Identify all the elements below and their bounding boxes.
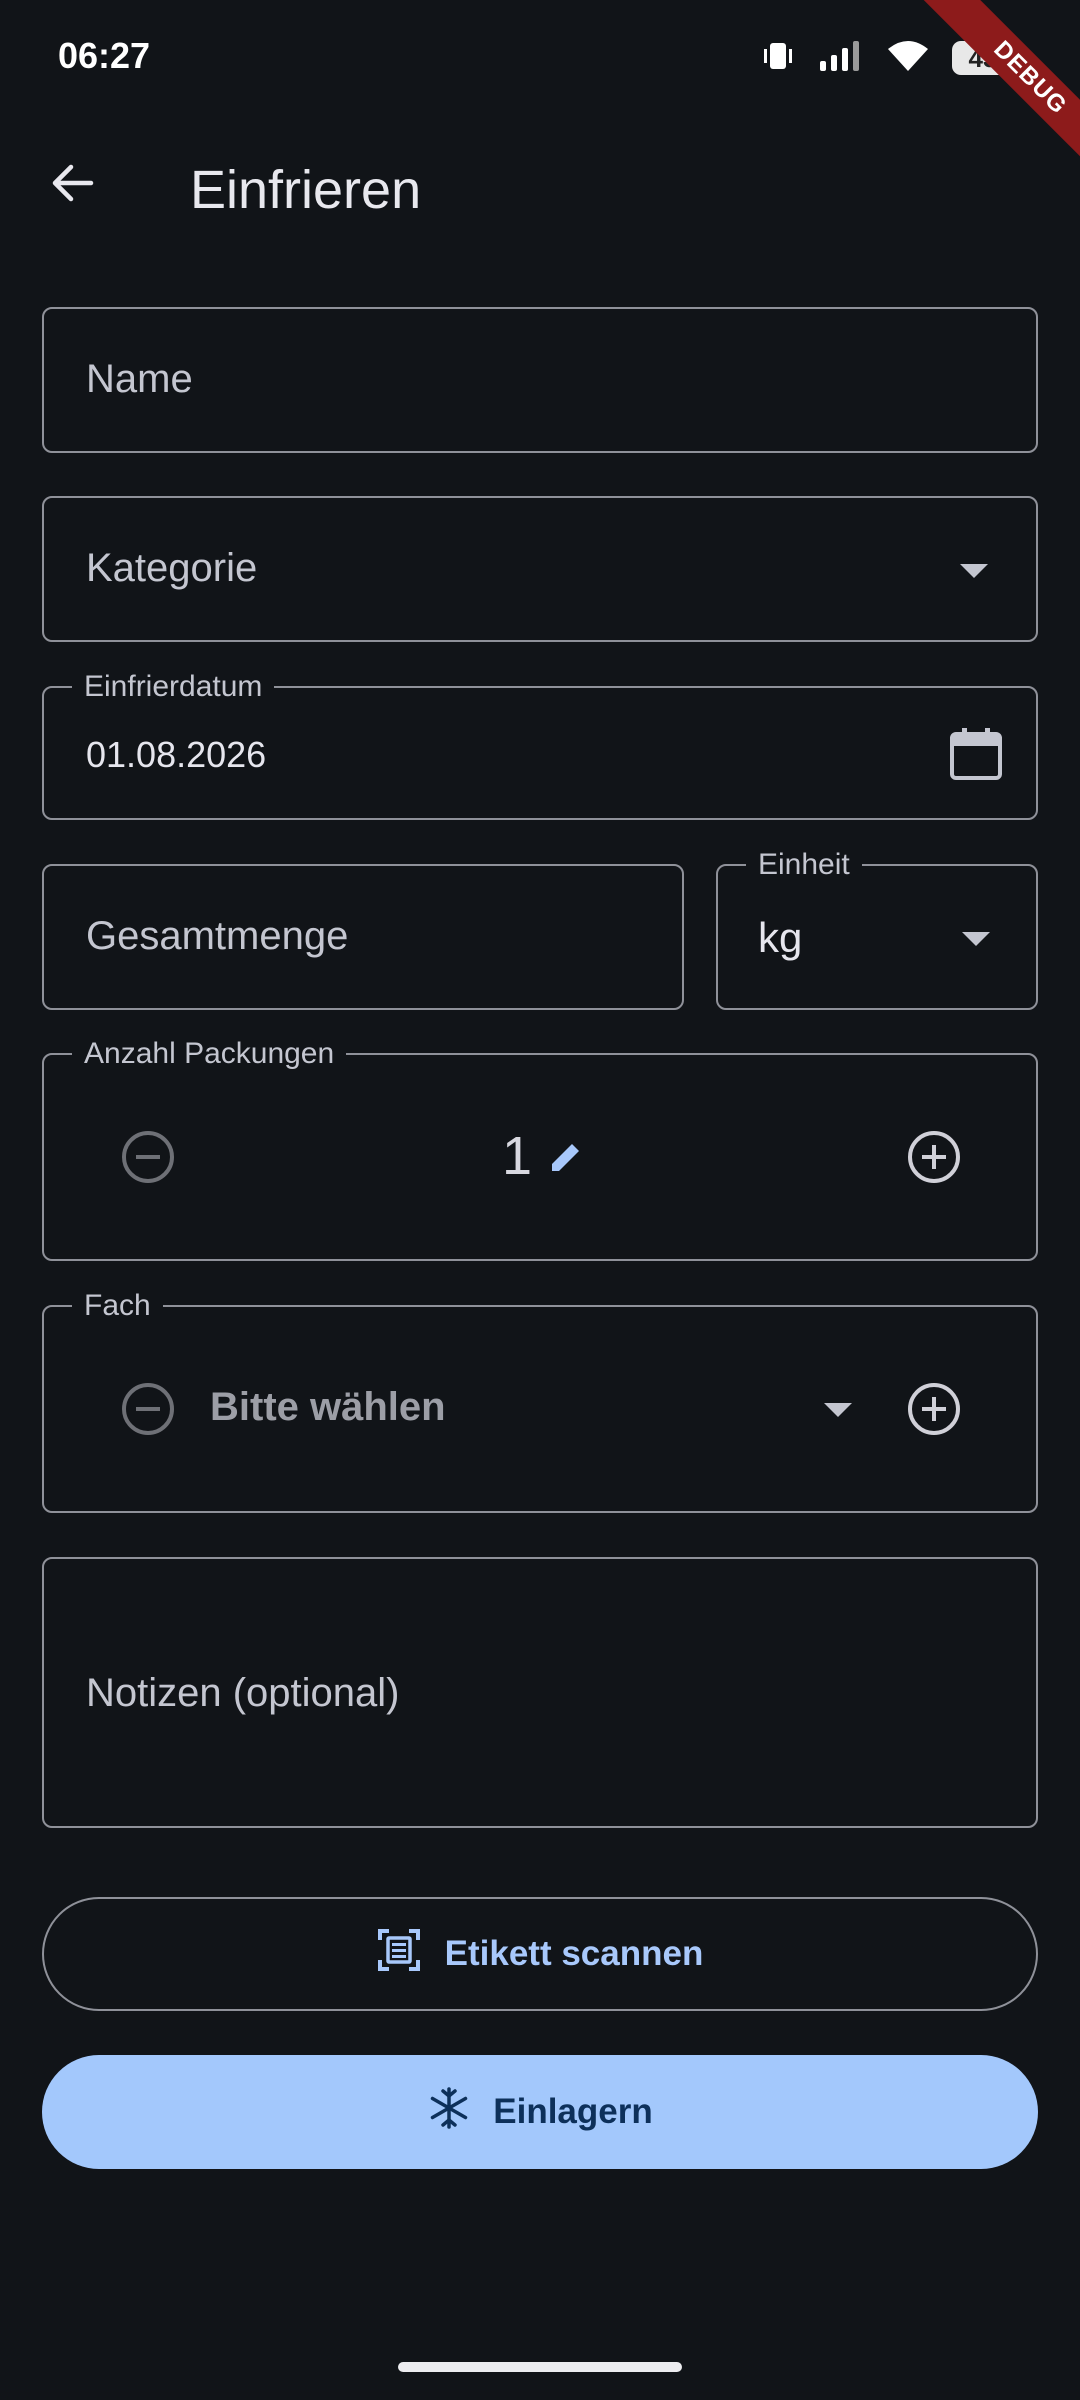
scan-label-button[interactable]: Etikett scannen (42, 1897, 1038, 2011)
page-title: Einfrieren (190, 160, 422, 220)
vibrate-icon (760, 38, 796, 79)
calendar-icon[interactable] (948, 726, 1004, 782)
signal-icon (818, 39, 864, 78)
back-button[interactable] (40, 150, 106, 216)
store-button[interactable]: Einlagern (42, 2055, 1038, 2169)
compartment-placeholder[interactable]: Bitte wählen (210, 1383, 446, 1431)
store-button-label: Einlagern (493, 2092, 653, 2131)
add-compartment-button[interactable] (906, 1381, 962, 1437)
chevron-down-icon (962, 932, 990, 946)
plus-circle-icon (908, 1383, 960, 1435)
debug-banner: DEBUG (900, 0, 1080, 180)
chevron-down-icon (960, 564, 988, 578)
compartment-label: Fach (72, 1289, 163, 1323)
unit-dropdown[interactable]: Einheit kg (716, 848, 1038, 1010)
category-placeholder: Kategorie (86, 546, 258, 590)
scan-label-text: Etikett scannen (444, 1934, 704, 1973)
minus-circle-icon (122, 1383, 174, 1435)
edit-icon[interactable] (546, 1137, 586, 1177)
compartment-decrement-button[interactable] (120, 1381, 176, 1437)
freeze-date-value: 01.08.2026 (86, 734, 267, 775)
plus-circle-icon (908, 1131, 960, 1183)
notes-field[interactable]: Notizen (optional) (42, 1557, 1038, 1828)
minus-circle-icon (122, 1131, 174, 1183)
arrow-left-icon (52, 164, 94, 202)
name-placeholder: Name (86, 357, 193, 401)
snowflake-icon (427, 2086, 471, 2139)
increment-button[interactable] (906, 1129, 962, 1185)
unit-label: Einheit (746, 848, 862, 882)
document-scanner-icon (377, 1928, 421, 1981)
freeze-date-label: Einfrierdatum (72, 670, 275, 704)
notes-placeholder: Notizen (optional) (86, 1671, 400, 1715)
chevron-down-icon[interactable] (824, 1403, 852, 1417)
unit-value: kg (758, 914, 803, 961)
home-indicator[interactable] (398, 2362, 682, 2372)
name-field[interactable]: Name (42, 307, 1038, 453)
total-amount-placeholder: Gesamtmenge (86, 914, 349, 958)
freeze-date-field[interactable]: Einfrierdatum 01.08.2026 (42, 670, 1038, 820)
compartment-field[interactable]: Fach Bitte wählen (42, 1289, 1038, 1513)
decrement-button[interactable] (120, 1129, 176, 1185)
package-count-value: 1 (502, 1126, 533, 1186)
category-dropdown[interactable]: Kategorie (42, 496, 1038, 642)
package-count-label: Anzahl Packungen (72, 1037, 347, 1071)
status-time: 06:27 (58, 35, 151, 76)
debug-label: DEBUG (909, 0, 1080, 180)
total-amount-field[interactable]: Gesamtmenge (42, 864, 684, 1010)
package-count-stepper[interactable]: Anzahl Packungen 1 (42, 1037, 1038, 1261)
